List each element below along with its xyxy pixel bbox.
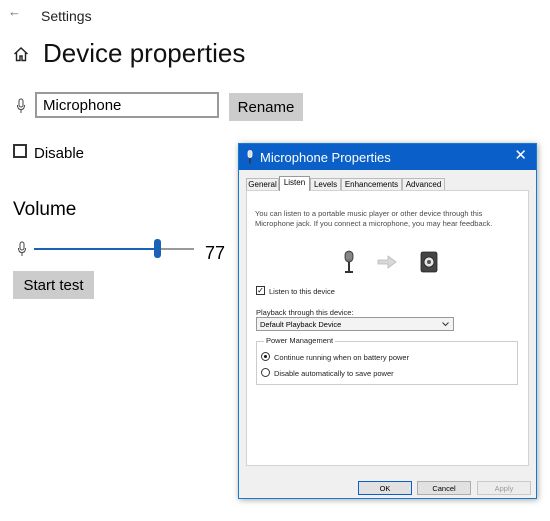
page-title: Device properties (43, 38, 246, 68)
volume-slider-fill (34, 248, 157, 250)
continue-running-label: Continue running when on battery power (274, 353, 410, 362)
speaker-icon (420, 251, 438, 273)
chevron-down-icon (442, 322, 449, 327)
power-management-group: Power Management Continue running when o… (256, 336, 518, 385)
tab-listen[interactable]: Listen (279, 176, 310, 191)
microphone-icon (17, 98, 25, 113)
continue-running-radio[interactable] (261, 352, 270, 361)
listen-to-device-checkbox[interactable]: ✓ (256, 286, 265, 295)
playback-device-dropdown[interactable]: Default Playback Device (256, 317, 454, 331)
start-test-button[interactable]: Start test (13, 271, 94, 299)
listen-to-device-label: Listen to this device (269, 287, 335, 296)
disable-label: Disable (34, 145, 85, 162)
power-management-legend: Power Management (264, 336, 336, 345)
microphone-icon (247, 150, 253, 164)
cancel-button[interactable]: Cancel (417, 481, 471, 495)
dialog-titlebar[interactable]: Microphone Properties ✕ (239, 144, 536, 170)
playback-device-value: Default Playback Device (260, 320, 342, 329)
playback-label: Playback through this device: (256, 308, 354, 317)
disable-automatically-radio[interactable] (261, 368, 270, 377)
apply-button: Apply (477, 481, 531, 495)
app-title: Settings (41, 8, 92, 24)
tab-advanced[interactable]: Advanced (402, 178, 445, 190)
volume-heading: Volume (13, 199, 77, 220)
volume-slider-thumb[interactable] (154, 239, 161, 258)
tab-levels[interactable]: Levels (310, 178, 341, 190)
volume-slider[interactable] (34, 239, 194, 258)
volume-value: 77 (205, 243, 226, 263)
radio-selected-dot (264, 355, 267, 358)
disable-checkbox[interactable] (13, 144, 27, 158)
microphone-properties-dialog: Microphone Properties ✕ General Listen L… (238, 143, 537, 499)
microphone-device-icon (344, 250, 354, 273)
back-arrow-icon[interactable]: ← (8, 5, 22, 18)
tab-general[interactable]: General (246, 178, 279, 190)
listen-description: You can listen to a portable music playe… (255, 209, 493, 228)
microphone-icon (18, 241, 26, 256)
dialog-title: Microphone Properties (260, 150, 391, 165)
close-icon[interactable]: ✕ (514, 148, 527, 164)
arrow-right-icon (377, 255, 397, 269)
device-name-input[interactable] (35, 92, 219, 118)
home-icon (14, 47, 28, 62)
disable-automatically-label: Disable automatically to save power (274, 369, 394, 378)
rename-button[interactable]: Rename (229, 93, 303, 121)
ok-button[interactable]: OK (358, 481, 412, 495)
listen-tab-panel: You can listen to a portable music playe… (246, 190, 529, 466)
tab-enhancements[interactable]: Enhancements (341, 178, 402, 190)
